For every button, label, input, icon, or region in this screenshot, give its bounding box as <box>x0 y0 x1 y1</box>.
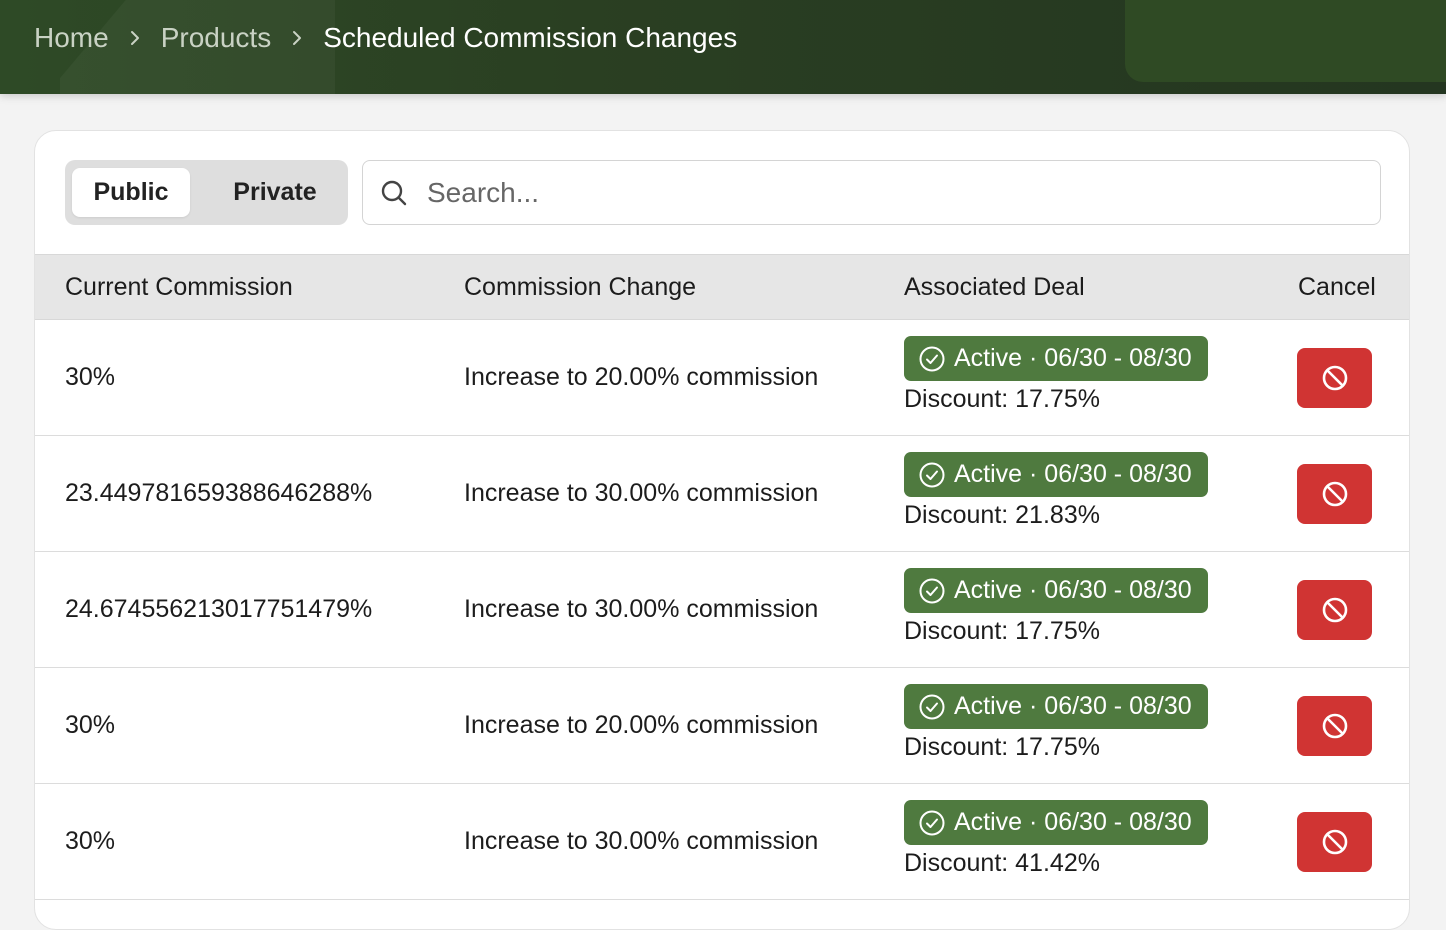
header-decoration-panel <box>1125 0 1446 82</box>
top-header: Home Products Scheduled Commission Chang… <box>0 0 1446 94</box>
check-circle-icon <box>919 578 945 603</box>
commission-change: Increase to 20.00% commission <box>464 711 819 739</box>
ban-icon <box>1322 365 1347 391</box>
deal-status-badge: Active · 06/30 - 08/30 <box>904 568 1208 613</box>
current-commission: 30% <box>65 363 116 391</box>
associated-deal: Active · 06/30 - 08/30 Discount: 41.42% <box>904 800 1208 878</box>
commission-change: Increase to 30.00% commission <box>464 827 819 855</box>
deal-status-badge: Active · 06/30 - 08/30 <box>904 336 1208 381</box>
table-row: 23.449781659388646288% Increase to 30.00… <box>35 436 1409 552</box>
table-row: 24.674556213017751479% Increase to 30.00… <box>35 552 1409 668</box>
header-commission-change: Commission Change <box>464 272 697 301</box>
ban-icon <box>1322 597 1347 623</box>
deal-status-badge: Active · 06/30 - 08/30 <box>904 684 1208 729</box>
scheduled-changes-card: Public Private Current Commission Commis… <box>34 130 1410 930</box>
deal-status-text: Active · 06/30 - 08/30 <box>954 344 1192 372</box>
chevron-right-icon <box>271 24 323 52</box>
search-icon <box>381 180 407 206</box>
table-row: 30% Increase to 20.00% commission Active… <box>35 668 1409 784</box>
check-circle-icon <box>919 694 945 719</box>
ban-icon <box>1322 713 1347 739</box>
search-box <box>362 160 1381 225</box>
header-current-commission: Current Commission <box>65 272 293 301</box>
deal-discount: Discount: 17.75% <box>904 733 1100 761</box>
search-input[interactable] <box>427 169 1357 217</box>
toggle-private-button[interactable]: Private <box>210 168 340 217</box>
deal-discount: Discount: 17.75% <box>904 385 1100 413</box>
cancel-change-button[interactable] <box>1297 696 1372 756</box>
visibility-toggle: Public Private <box>65 160 348 225</box>
toggle-public-button[interactable]: Public <box>72 168 190 217</box>
deal-status-badge: Active · 06/30 - 08/30 <box>904 800 1208 845</box>
header-cancel: Cancel <box>1298 272 1376 301</box>
check-circle-icon <box>919 346 945 371</box>
deal-status-badge: Active · 06/30 - 08/30 <box>904 452 1208 497</box>
deal-discount: Discount: 41.42% <box>904 849 1100 877</box>
deal-status-text: Active · 06/30 - 08/30 <box>954 692 1192 720</box>
associated-deal: Active · 06/30 - 08/30 Discount: 21.83% <box>904 452 1208 530</box>
cancel-change-button[interactable] <box>1297 812 1372 872</box>
ban-icon <box>1322 481 1347 507</box>
commission-change: Increase to 30.00% commission <box>464 595 819 623</box>
associated-deal: Active · 06/30 - 08/30 Discount: 17.75% <box>904 336 1208 414</box>
table-row: 30% Increase to 20.00% commission Active… <box>35 320 1409 436</box>
current-commission: 30% <box>65 827 116 855</box>
breadcrumb-products-link[interactable]: Products <box>161 22 272 54</box>
breadcrumb-home-link[interactable]: Home <box>34 22 109 54</box>
chevron-right-icon <box>109 24 161 52</box>
associated-deal: Active · 06/30 - 08/30 Discount: 17.75% <box>904 568 1208 646</box>
cancel-change-button[interactable] <box>1297 464 1372 524</box>
table-row: 30% Increase to 30.00% commission Active… <box>35 784 1409 900</box>
header-associated-deal: Associated Deal <box>904 272 1085 301</box>
deal-status-text: Active · 06/30 - 08/30 <box>954 808 1192 836</box>
commission-change: Increase to 20.00% commission <box>464 363 819 391</box>
ban-icon <box>1322 829 1347 855</box>
check-circle-icon <box>919 462 945 487</box>
cancel-change-button[interactable] <box>1297 348 1372 408</box>
current-commission: 30% <box>65 711 116 739</box>
commission-change: Increase to 30.00% commission <box>464 479 819 507</box>
deal-discount: Discount: 21.83% <box>904 501 1100 529</box>
current-commission: 23.449781659388646288% <box>65 479 373 507</box>
check-circle-icon <box>919 810 945 835</box>
breadcrumb: Home Products Scheduled Commission Chang… <box>34 0 737 76</box>
table-header: Current Commission Commission Change Ass… <box>35 254 1409 320</box>
cancel-change-button[interactable] <box>1297 580 1372 640</box>
deal-discount: Discount: 17.75% <box>904 617 1100 645</box>
deal-status-text: Active · 06/30 - 08/30 <box>954 576 1192 604</box>
deal-status-text: Active · 06/30 - 08/30 <box>954 460 1192 488</box>
breadcrumb-current-page: Scheduled Commission Changes <box>323 22 738 53</box>
associated-deal: Active · 06/30 - 08/30 Discount: 17.75% <box>904 684 1208 762</box>
current-commission: 24.674556213017751479% <box>65 595 373 623</box>
